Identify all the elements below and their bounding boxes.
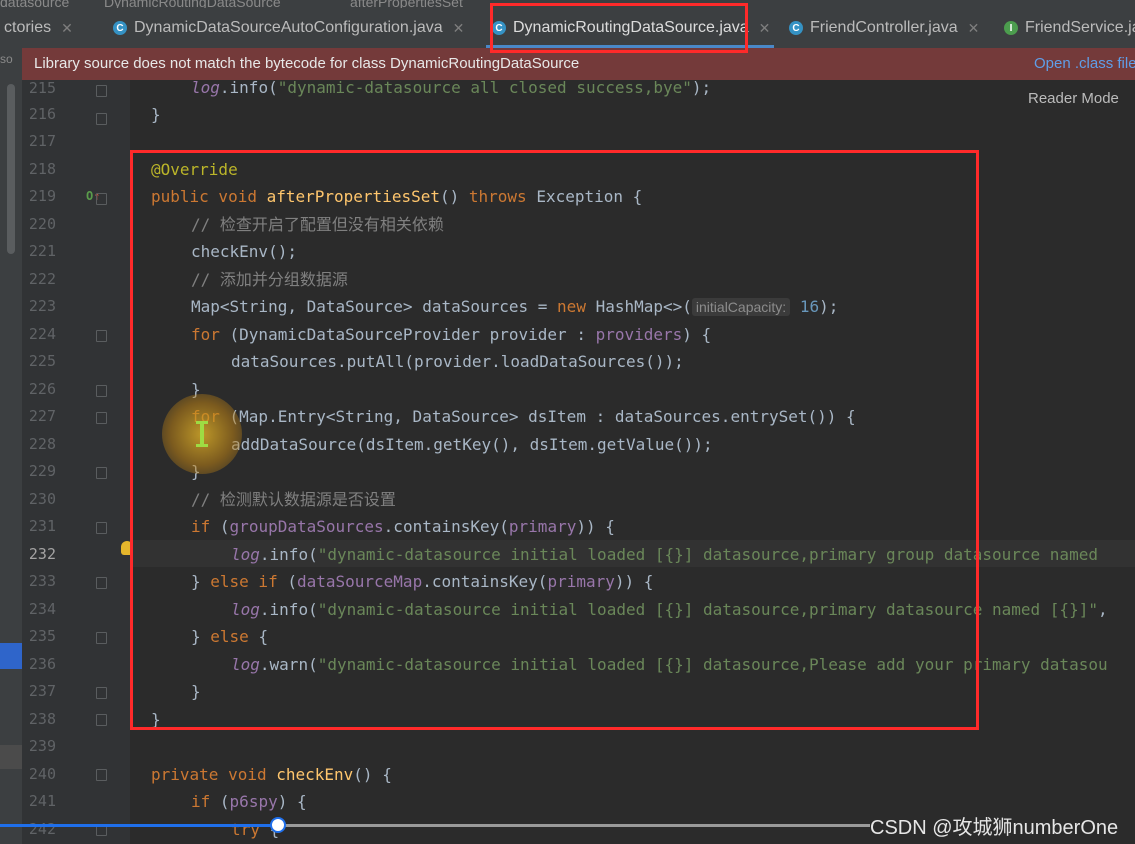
fold-marker-icon[interactable] <box>96 577 107 589</box>
interface-icon: I <box>1004 21 1018 35</box>
breadcrumb-item[interactable]: DynamicRoutingDataSource <box>104 0 281 8</box>
line-number: 223 <box>28 297 56 315</box>
tab-label: DynamicDataSourceAutoConfiguration.java <box>134 19 443 36</box>
close-icon[interactable]: ✕ <box>968 20 980 37</box>
line-number: 238 <box>28 710 56 728</box>
line-number: 242 <box>28 820 56 838</box>
tab-dynamic-datasource-auto-configuration[interactable]: C DynamicDataSourceAutoConfiguration.jav… <box>113 8 464 48</box>
line-number: 224 <box>28 325 56 343</box>
video-progress-fill <box>0 824 278 827</box>
breadcrumb-item[interactable]: datasource <box>0 0 69 8</box>
close-icon[interactable]: ✕ <box>453 20 465 37</box>
line-number: 221 <box>28 242 56 260</box>
line-number: 218 <box>28 160 56 178</box>
watermark: CSDN @攻城狮numberOne <box>870 817 1119 839</box>
line-number: 237 <box>28 682 56 700</box>
close-icon[interactable]: ✕ <box>61 20 73 37</box>
tab-label: FriendService.java <box>1025 19 1135 36</box>
breadcrumb-item[interactable]: afterPropertiesSet <box>350 0 463 8</box>
tab-label: ctories <box>4 19 52 36</box>
line-number: 226 <box>28 380 56 398</box>
left-tool-strip: so <box>0 48 22 844</box>
code-line: if (p6spy) { <box>191 792 307 811</box>
annotation-box-tab <box>490 3 748 53</box>
line-number: 233 <box>28 572 56 590</box>
scrollbar-thumb[interactable] <box>7 84 15 254</box>
tab-friend-controller[interactable]: C FriendController.java ✕ <box>789 8 979 48</box>
class-icon: C <box>113 21 127 35</box>
fold-marker-icon[interactable] <box>96 412 107 424</box>
fold-marker-icon[interactable] <box>96 687 107 699</box>
code-line: log.info("dynamic-datasource all closed … <box>191 80 712 97</box>
side-label: so <box>0 52 13 66</box>
fold-marker-icon[interactable] <box>96 632 107 644</box>
line-number: 239 <box>28 737 56 755</box>
banner-message: Library source does not match the byteco… <box>34 55 580 72</box>
fold-marker-icon[interactable] <box>96 769 107 781</box>
line-number: 216 <box>28 105 56 123</box>
tab-factories[interactable]: ctories ✕ <box>4 8 73 48</box>
reader-mode-toggle[interactable]: Reader Mode <box>1028 90 1119 107</box>
fold-marker-icon[interactable] <box>96 714 107 726</box>
video-progress-knob[interactable] <box>270 817 286 833</box>
line-number: 215 <box>28 79 56 97</box>
close-icon[interactable]: ✕ <box>759 20 771 37</box>
line-number: 240 <box>28 765 56 783</box>
code-line: } <box>151 105 161 124</box>
line-number: 229 <box>28 462 56 480</box>
line-number: 236 <box>28 655 56 673</box>
line-number: 217 <box>28 132 56 150</box>
annotation-box-method <box>130 150 979 730</box>
fold-marker-icon[interactable] <box>96 385 107 397</box>
line-number: 227 <box>28 407 56 425</box>
line-number: 234 <box>28 600 56 618</box>
code-line: private void checkEnv() { <box>151 765 392 784</box>
tab-friend-service[interactable]: I FriendService.java <box>1004 8 1135 48</box>
line-number: 228 <box>28 435 56 453</box>
fold-marker-icon[interactable] <box>96 85 107 97</box>
line-number: 231 <box>28 517 56 535</box>
line-number: 220 <box>28 215 56 233</box>
line-number: 235 <box>28 627 56 645</box>
fold-marker-icon[interactable] <box>96 330 107 342</box>
tab-label: FriendController.java <box>810 19 958 36</box>
line-number: 225 <box>28 352 56 370</box>
project-tree-selection[interactable] <box>0 643 22 669</box>
fold-marker-icon[interactable] <box>96 193 107 205</box>
project-tree-item[interactable] <box>0 745 22 769</box>
editor-gutter: 215 216 217 218 219 220 221 222 223 224 … <box>22 79 130 844</box>
class-icon: C <box>789 21 803 35</box>
current-line-number: 232 <box>28 545 56 563</box>
fold-marker-icon[interactable] <box>96 113 107 125</box>
open-class-file-link[interactable]: Open .class file <box>1034 55 1135 72</box>
fold-marker-icon[interactable] <box>96 467 107 479</box>
line-number: 241 <box>28 792 56 810</box>
line-number: 230 <box>28 490 56 508</box>
line-number: 219 <box>28 187 56 205</box>
line-number: 222 <box>28 270 56 288</box>
fold-marker-icon[interactable] <box>96 522 107 534</box>
